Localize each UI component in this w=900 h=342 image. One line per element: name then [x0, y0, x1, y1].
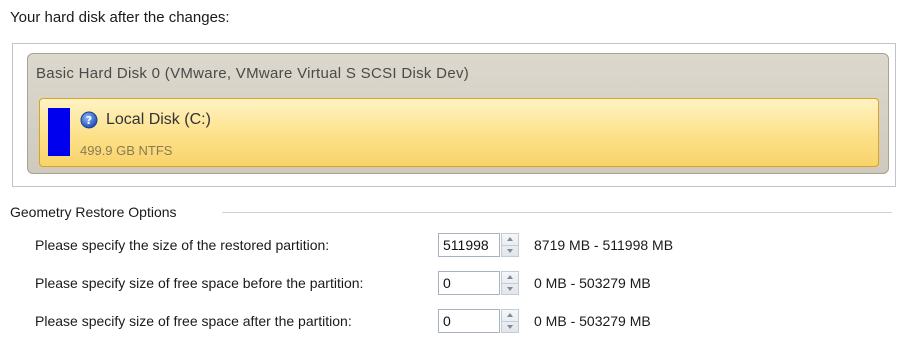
- svg-text:?: ?: [86, 114, 92, 127]
- option-range-space-before: 0 MB - 503279 MB: [534, 275, 651, 291]
- space-after-spinner[interactable]: [501, 309, 519, 333]
- spin-up-button[interactable]: [502, 272, 518, 283]
- arrow-up-icon: [507, 275, 513, 279]
- arrow-down-icon: [507, 287, 513, 291]
- arrow-down-icon: [507, 249, 513, 253]
- option-range-partition-size: 8719 MB - 511998 MB: [534, 237, 674, 253]
- changes-header-label: Your hard disk after the changes:: [10, 9, 230, 26]
- option-row-space-after: Please specify size of free space after …: [0, 309, 900, 335]
- geometry-group-label: Geometry Restore Options: [10, 204, 183, 220]
- option-row-space-before: Please specify size of free space before…: [0, 271, 900, 297]
- partition-name: Local Disk (C:): [106, 111, 211, 128]
- option-label-space-before: Please specify size of free space before…: [35, 275, 364, 291]
- arrow-up-icon: [507, 313, 513, 317]
- space-before-input[interactable]: [438, 271, 500, 295]
- partition-info: 499.9 GB NTFS: [80, 143, 173, 158]
- spin-up-button[interactable]: [502, 234, 518, 245]
- space-after-input[interactable]: [438, 309, 500, 333]
- option-row-partition-size: Please specify the size of the restored …: [0, 233, 900, 259]
- partition-local-disk-c[interactable]: ? Local Disk (C:) 499.9 GB NTFS: [39, 98, 879, 167]
- option-range-space-after: 0 MB - 503279 MB: [534, 313, 651, 329]
- spin-down-button[interactable]: [502, 321, 518, 333]
- partition-color-bar: [48, 108, 70, 156]
- hard-disk-box: Basic Hard Disk 0 (VMware, VMware Virtua…: [27, 53, 889, 174]
- geometry-group-line: [222, 212, 892, 213]
- help-question-icon: ?: [80, 111, 98, 129]
- hard-disk-title: Basic Hard Disk 0 (VMware, VMware Virtua…: [36, 65, 470, 82]
- spin-down-button[interactable]: [502, 245, 518, 257]
- option-label-space-after: Please specify size of free space after …: [35, 313, 352, 329]
- spin-up-button[interactable]: [502, 310, 518, 321]
- spin-down-button[interactable]: [502, 283, 518, 295]
- option-label-partition-size: Please specify the size of the restored …: [35, 237, 330, 253]
- space-before-spinner[interactable]: [501, 271, 519, 295]
- arrow-up-icon: [507, 237, 513, 241]
- arrow-down-icon: [507, 325, 513, 329]
- partition-size-input[interactable]: [438, 233, 500, 257]
- partition-size-spinner[interactable]: [501, 233, 519, 257]
